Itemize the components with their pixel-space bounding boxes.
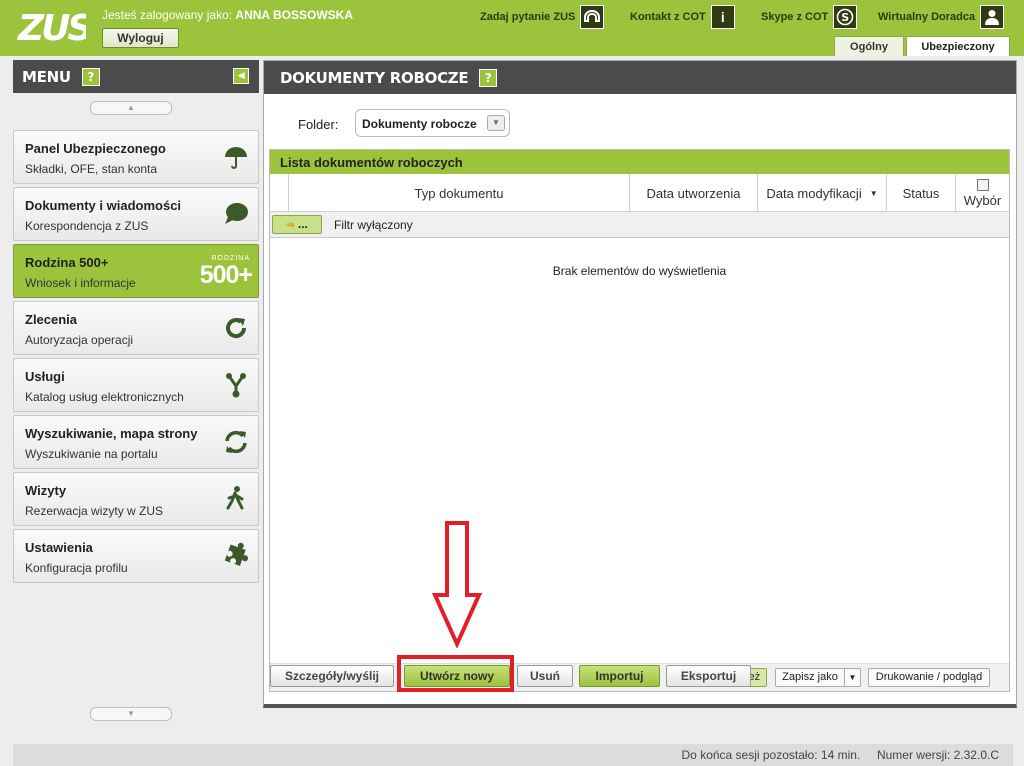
sidebar-item-wizyty[interactable]: Wizyty Rezerwacja wizyty w ZUS bbox=[13, 472, 259, 526]
column-data-modyfikacji-label: Data modyfikacji bbox=[766, 185, 862, 201]
ask-zus-link[interactable]: Zadaj pytanie ZUS bbox=[480, 4, 605, 30]
sidebar-item-ustawienia[interactable]: Ustawienia Konfiguracja profilu bbox=[13, 529, 259, 583]
page-title: DOKUMENTY ROBOCZE bbox=[280, 69, 469, 87]
collapse-menu-button[interactable]: ◀ bbox=[233, 68, 249, 84]
status-footer: Do końca sesji pozostało: 14 min. Numer … bbox=[13, 744, 1013, 766]
tab-ogolny[interactable]: Ogólny bbox=[834, 36, 904, 56]
svg-text:S: S bbox=[842, 11, 850, 24]
sidebar-item-zlecenia[interactable]: Zlecenia Autoryzacja operacji bbox=[13, 301, 259, 355]
puzzle-icon bbox=[222, 542, 250, 570]
main-panel: DOKUMENTY ROBOCZE ? Folder: Dokumenty ro… bbox=[263, 60, 1017, 708]
virtual-advisor-label: Wirtualny Doradca bbox=[878, 11, 976, 23]
folder-select[interactable]: Dokumenty robocze ▼ bbox=[355, 109, 510, 137]
empty-message: Brak elementów do wyświetlenia bbox=[552, 264, 727, 278]
logo-text: ZUS bbox=[17, 8, 86, 48]
tab-ubezpieczony[interactable]: Ubezpieczony bbox=[906, 36, 1010, 56]
chevron-down-icon: ▼ bbox=[848, 673, 857, 682]
chevron-down-icon: ▼ bbox=[487, 115, 505, 131]
delete-button[interactable]: Usuń bbox=[517, 665, 573, 687]
contact-cot-link[interactable]: Kontakt z COT i bbox=[630, 4, 735, 30]
sort-desc-icon: ▼ bbox=[869, 188, 878, 198]
rodzina-500-logo: RODZINA 500+ bbox=[192, 255, 253, 289]
export-button[interactable]: Eksportuj bbox=[666, 665, 751, 687]
chat-icon bbox=[580, 5, 605, 29]
filter-button[interactable]: ⇒ ... bbox=[272, 215, 322, 234]
documents-list: Lista dokumentów roboczych Typ dokumentu… bbox=[269, 149, 1010, 692]
help-icon[interactable]: ? bbox=[81, 68, 100, 86]
menu-scroll-down-button[interactable]: ▼ bbox=[90, 707, 172, 721]
menu-header: MENU ? ◀ bbox=[13, 60, 259, 93]
column-data-modyfikacji[interactable]: Data modyfikacji ▼ bbox=[757, 174, 886, 212]
filter-row: ⇒ ... Filtr wyłączony bbox=[270, 212, 1009, 238]
user-name: ANNA BOSSOWSKA bbox=[235, 8, 353, 22]
sidebar-item-dokumenty[interactable]: Dokumenty i wiadomości Korespondencja z … bbox=[13, 187, 259, 241]
logout-button[interactable]: Wyloguj bbox=[102, 28, 179, 48]
select-all-checkbox[interactable] bbox=[976, 178, 989, 191]
version-number: Numer wersji: 2.32.0.C bbox=[876, 748, 999, 762]
filter-button-label: ... bbox=[297, 217, 308, 231]
refresh-icon bbox=[222, 314, 250, 342]
speech-bubble-icon bbox=[222, 200, 250, 228]
top-header: ZUS Jesteś zalogowany jako: ANNA BOSSOWS… bbox=[0, 0, 1024, 56]
login-info: Jesteś zalogowany jako: ANNA BOSSOWSKA bbox=[102, 8, 353, 22]
sidebar-item-rodzina-500[interactable]: Rodzina 500+ Wniosek i informacje RODZIN… bbox=[13, 244, 259, 298]
import-button[interactable]: Importuj bbox=[579, 665, 660, 687]
folder-select-value: Dokumenty robocze bbox=[362, 117, 477, 131]
network-icon bbox=[222, 371, 250, 399]
info-icon: i bbox=[710, 5, 735, 29]
column-status[interactable]: Status bbox=[886, 174, 955, 212]
help-icon[interactable]: ? bbox=[479, 69, 498, 87]
print-preview-button[interactable]: Drukowanie / podgląd bbox=[868, 668, 990, 687]
sidebar-item-uslugi[interactable]: Usługi Katalog usług elektronicznych bbox=[13, 358, 259, 412]
skype-cot-label: Skype z COT bbox=[761, 11, 829, 23]
skype-icon: S bbox=[833, 5, 858, 29]
umbrella-icon bbox=[222, 143, 250, 171]
save-as-button[interactable]: Zapisz jako bbox=[775, 668, 845, 687]
person-icon bbox=[980, 5, 1005, 29]
sidebar-item-panel-ubezpieczonego[interactable]: Panel Ubezpieczonego Składki, OFE, stan … bbox=[13, 130, 259, 184]
annotation-highlight-box bbox=[397, 655, 514, 692]
column-typ-dokumentu[interactable]: Typ dokumentu bbox=[288, 174, 629, 212]
sync-icon bbox=[222, 428, 250, 456]
walking-person-icon bbox=[222, 485, 250, 513]
zus-logo[interactable]: ZUS bbox=[16, 2, 94, 49]
column-wybor-label: Wybór bbox=[963, 192, 1002, 208]
save-as-dropdown-button[interactable]: ▼ bbox=[844, 668, 861, 687]
menu-title: MENU bbox=[22, 68, 71, 86]
login-prefix: Jesteś zalogowany jako: bbox=[102, 8, 233, 22]
column-data-utworzenia[interactable]: Data utworzenia bbox=[629, 174, 757, 212]
details-send-button[interactable]: Szczegóły/wyślij bbox=[270, 665, 394, 687]
sidebar-item-wyszukiwanie[interactable]: Wyszukiwanie, mapa strony Wyszukiwanie n… bbox=[13, 415, 259, 469]
filter-status: Filtr wyłączony bbox=[334, 218, 413, 232]
rodzina-logo-big-text: 500+ bbox=[199, 261, 253, 289]
zus-logo-graphic: ZUS bbox=[17, 8, 94, 49]
folder-label: Folder: bbox=[298, 117, 339, 132]
session-timer: Do końca sesji pozostało: 14 min. bbox=[681, 748, 861, 762]
page-header: DOKUMENTY ROBOCZE ? bbox=[264, 61, 1016, 94]
column-wybor: Wybór bbox=[955, 174, 1009, 212]
skype-cot-link[interactable]: Skype z COT S bbox=[761, 4, 858, 30]
annotation-arrow bbox=[432, 521, 482, 648]
table-header: Typ dokumentu Data utworzenia Data modyf… bbox=[270, 174, 1009, 212]
ask-zus-label: Zadaj pytanie ZUS bbox=[480, 11, 576, 23]
filter-arrow-icon: ⇒ bbox=[286, 220, 295, 231]
list-title: Lista dokumentów roboczych bbox=[270, 150, 1009, 174]
virtual-advisor-link[interactable]: Wirtualny Doradca bbox=[878, 4, 1005, 30]
contact-cot-label: Kontakt z COT bbox=[630, 11, 706, 23]
menu-scroll-up-button[interactable]: ▲ bbox=[90, 101, 172, 115]
